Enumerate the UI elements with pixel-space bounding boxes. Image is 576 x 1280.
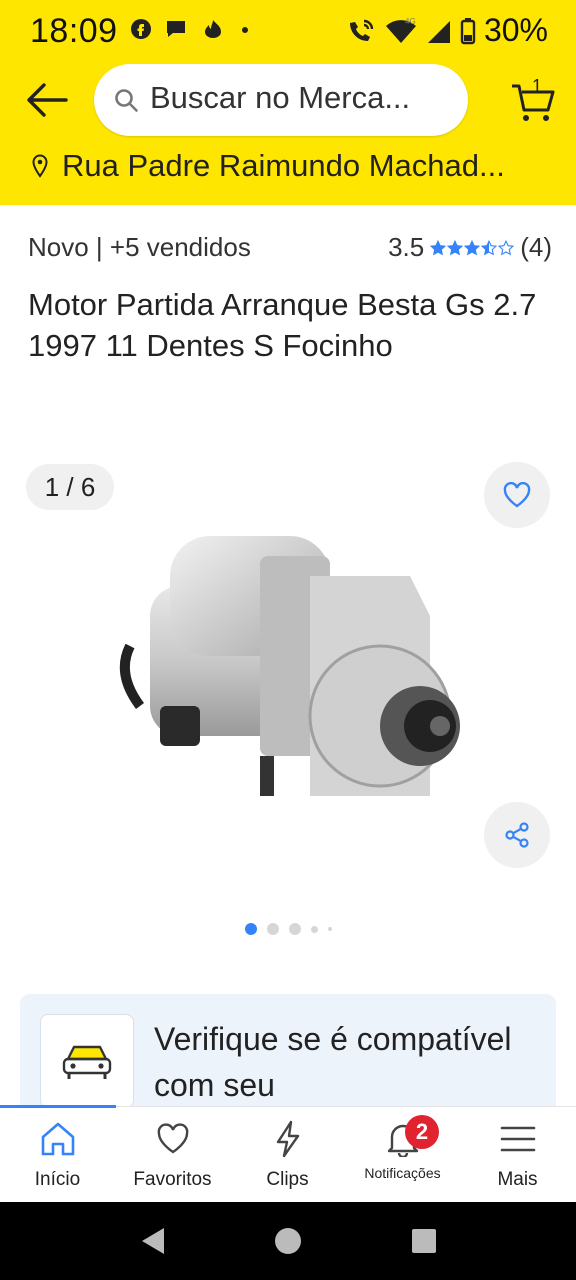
car-icon [62, 1045, 112, 1079]
cart-button[interactable]: 1 [510, 76, 556, 124]
notification-icons [130, 18, 252, 40]
product-image [119, 536, 460, 796]
nav-item-mais[interactable]: Mais [460, 1119, 575, 1199]
battery-icon [460, 17, 476, 44]
facebook-icon [131, 19, 151, 39]
rating-value: 3.5 [388, 232, 425, 262]
pagination-dot [310, 925, 318, 933]
rating-stars [430, 239, 515, 256]
back-arrow-icon[interactable] [26, 82, 68, 118]
favorite-button[interactable] [484, 462, 550, 528]
image-counter: 1 / 6 [26, 464, 114, 510]
search-placeholder: Buscar no Merca... [150, 80, 411, 115]
gallery-pagination [0, 922, 576, 936]
compatibility-text: Verifique se é compatível com seu [154, 1021, 512, 1103]
pagination-dot [266, 923, 279, 935]
search-input[interactable]: Buscar no Merca... [94, 64, 468, 136]
star-full-icon [447, 239, 464, 255]
search-row: Buscar no Merca... 1 [0, 64, 576, 140]
pagination-dot-active [244, 923, 257, 935]
product-gallery[interactable]: 1 / 6 [0, 456, 576, 876]
recents-nav-icon[interactable] [410, 1226, 438, 1256]
rating-count: (4) [520, 232, 552, 262]
nav-item-favoritos[interactable]: Favoritos [115, 1119, 230, 1199]
system-navigation-bar [0, 1202, 576, 1280]
nav-label: Início [34, 1169, 81, 1190]
fire-icon [205, 20, 221, 38]
status-time: 18:09 [30, 12, 118, 50]
pagination-dot [288, 923, 301, 935]
rating[interactable]: 3.5 (4) [388, 232, 552, 263]
pagination-dot [327, 927, 332, 931]
share-icon [505, 822, 529, 848]
battery-percent: 30% [483, 12, 548, 48]
star-full-icon [430, 239, 447, 255]
condition-sold: Novo | +5 vendidos [28, 232, 251, 262]
nav-item-notificacoes[interactable]: 2 Notificações [345, 1115, 460, 1199]
star-half-icon [481, 239, 498, 255]
share-button[interactable] [484, 802, 550, 868]
nav-item-clips[interactable]: Clips [230, 1119, 345, 1199]
nav-label: Notificações [364, 1165, 441, 1181]
home-icon [41, 1122, 74, 1156]
nav-item-inicio[interactable]: Início [0, 1119, 115, 1199]
nav-label: Clips [266, 1169, 309, 1190]
notification-badge: 2 [405, 1115, 439, 1149]
address-text: Rua Padre Raimundo Machad... [62, 148, 505, 183]
car-icon-box [40, 1014, 134, 1108]
nav-label: Mais [497, 1169, 538, 1190]
location-pin-icon [32, 154, 48, 178]
status-bar: 18:09 4G 30% [0, 0, 576, 64]
network-type-label: 4G [405, 17, 416, 26]
product-meta: Novo | +5 vendidos 3.5 (4) [28, 232, 552, 266]
signal-icon [427, 20, 450, 43]
menu-icon [500, 1126, 535, 1152]
heart-icon [157, 1123, 188, 1154]
cart-count: 1 [532, 76, 543, 96]
nav-label: Favoritos [133, 1169, 212, 1190]
wifi-icon: 4G [385, 17, 416, 43]
dot-icon [242, 27, 248, 33]
top-bar: 18:09 4G 30% Buscar no Merca... 1 Rua Pa… [0, 0, 576, 205]
system-icons: 4G 30% [346, 12, 548, 49]
home-nav-icon[interactable] [274, 1226, 302, 1256]
search-icon [115, 89, 138, 112]
active-tab-indicator [0, 1105, 116, 1108]
bottom-navigation: Início Favoritos Clips 2 Notificações Ma… [0, 1105, 576, 1202]
product-title: Motor Partida Arranque Besta Gs 2.7 1997… [28, 287, 537, 363]
star-full-icon [464, 239, 481, 255]
back-nav-icon[interactable] [140, 1226, 166, 1256]
heart-icon [503, 482, 531, 508]
wifi-call-icon [349, 19, 374, 41]
chat-icon [167, 21, 185, 37]
address-bar[interactable]: Rua Padre Raimundo Machad... [32, 148, 572, 188]
lightning-icon [276, 1120, 299, 1158]
star-empty-icon [498, 239, 515, 255]
